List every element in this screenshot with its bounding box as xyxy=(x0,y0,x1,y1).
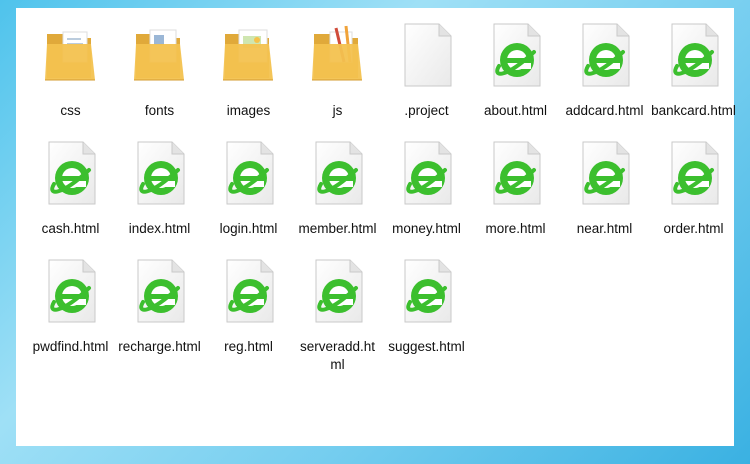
html-file-icon xyxy=(306,258,370,324)
file-name: cash.html xyxy=(41,221,100,236)
html-file-icon xyxy=(662,22,726,88)
file-item[interactable]: cash.html xyxy=(26,134,115,252)
file-item[interactable]: css xyxy=(26,16,115,134)
file-item[interactable]: about.html xyxy=(471,16,560,134)
html-file-icon xyxy=(662,140,726,206)
file-name: js xyxy=(332,103,343,118)
file-item[interactable]: serveradd.html xyxy=(293,252,382,372)
file-item[interactable]: more.html xyxy=(471,134,560,252)
html-file-icon xyxy=(128,258,192,324)
file-name: suggest.html xyxy=(388,339,465,354)
file-name: login.html xyxy=(219,221,278,236)
file-item[interactable]: member.html xyxy=(293,134,382,252)
file-item[interactable]: fonts xyxy=(115,16,204,134)
file-name: addcard.html xyxy=(565,103,644,118)
file-name: order.html xyxy=(663,221,724,236)
file-item[interactable]: js xyxy=(293,16,382,134)
file-name: fonts xyxy=(144,103,175,118)
file-item[interactable]: suggest.html xyxy=(382,252,471,370)
file-name: bankcard.html xyxy=(651,103,736,118)
html-file-icon xyxy=(306,140,370,206)
html-file-icon xyxy=(128,140,192,206)
file-item[interactable]: recharge.html xyxy=(115,252,204,370)
file-item[interactable]: money.html xyxy=(382,134,471,252)
file-explorer-pane: css fonts images js .project about.html … xyxy=(16,8,736,446)
file-name: pwdfind.html xyxy=(32,339,109,354)
folder-icon xyxy=(217,22,281,88)
file-item[interactable]: .project xyxy=(382,16,471,134)
file-name: member.html xyxy=(298,221,377,236)
html-file-icon xyxy=(573,140,637,206)
html-file-icon xyxy=(217,140,281,206)
html-file-icon xyxy=(217,258,281,324)
file-grid: css fonts images js .project about.html … xyxy=(26,16,736,372)
folder-icon xyxy=(39,22,103,88)
file-item[interactable]: login.html xyxy=(204,134,293,252)
file-name: about.html xyxy=(483,103,548,118)
html-file-icon xyxy=(573,22,637,88)
html-file-icon xyxy=(39,140,103,206)
html-file-icon xyxy=(39,258,103,324)
file-name: images xyxy=(226,103,271,118)
file-name: money.html xyxy=(392,221,461,236)
file-item[interactable]: addcard.html xyxy=(560,16,649,134)
html-file-icon xyxy=(395,258,459,324)
file-item[interactable]: reg.html xyxy=(204,252,293,370)
html-file-icon xyxy=(395,140,459,206)
file-name: .project xyxy=(404,103,449,118)
blank-file-icon xyxy=(395,22,459,88)
file-name: serveradd.html xyxy=(299,339,376,372)
file-item[interactable]: pwdfind.html xyxy=(26,252,115,370)
file-name: near.html xyxy=(576,221,633,236)
file-name: recharge.html xyxy=(118,339,201,354)
file-item[interactable]: order.html xyxy=(649,134,738,252)
file-name: more.html xyxy=(485,221,546,236)
file-item[interactable]: images xyxy=(204,16,293,134)
folder-icon xyxy=(128,22,192,88)
file-item[interactable]: bankcard.html xyxy=(649,16,738,134)
html-file-icon xyxy=(484,140,548,206)
file-item[interactable]: near.html xyxy=(560,134,649,252)
html-file-icon xyxy=(484,22,548,88)
file-name: css xyxy=(60,103,81,118)
file-name: reg.html xyxy=(224,339,273,354)
file-item[interactable]: index.html xyxy=(115,134,204,252)
file-name: index.html xyxy=(128,221,191,236)
folder-icon xyxy=(306,22,370,88)
